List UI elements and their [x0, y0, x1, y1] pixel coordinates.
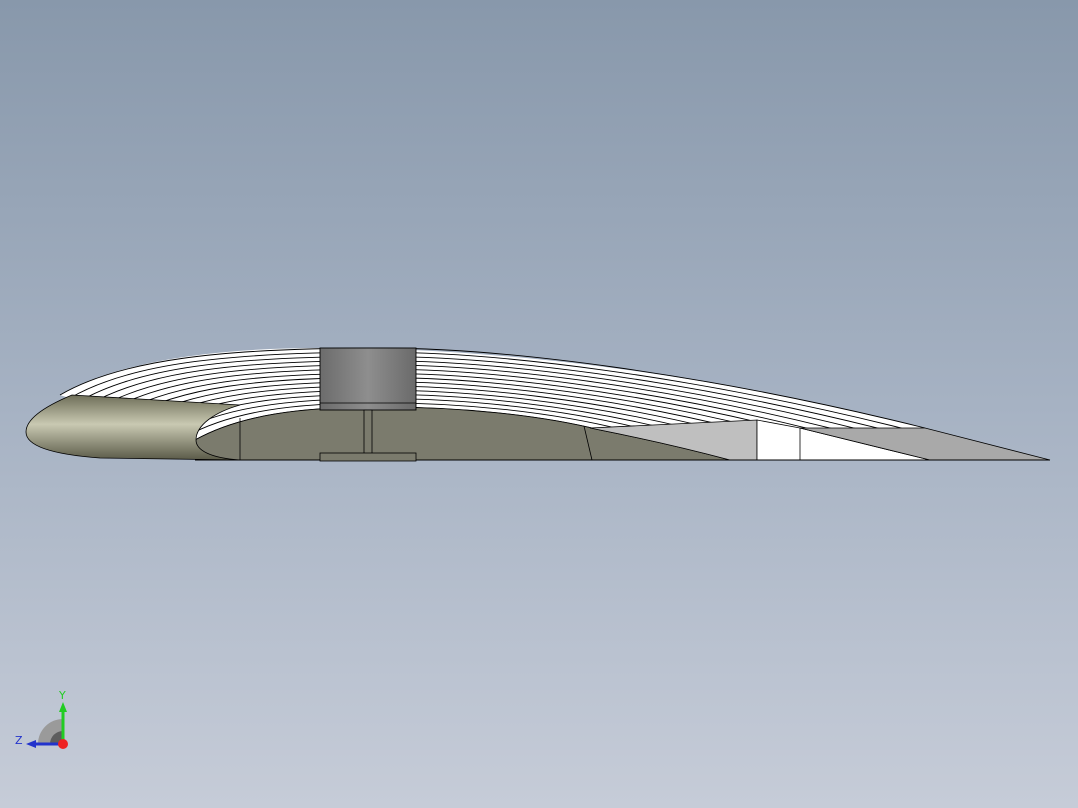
z-axis-arrow-icon [26, 740, 36, 748]
x-axis-origin-dot [58, 739, 68, 749]
y-axis-label: Y [58, 689, 66, 702]
z-axis-label: Z [15, 734, 23, 747]
graphics-viewport[interactable]: Y Z [0, 0, 1078, 808]
coordinate-triad: Y Z [15, 689, 68, 749]
wing-section-model[interactable] [0, 0, 1078, 808]
spar-web [363, 409, 373, 455]
spar-cap-upper [319, 347, 417, 411]
y-axis-arrow-icon [59, 702, 67, 712]
spar-cap-lower [319, 452, 417, 462]
